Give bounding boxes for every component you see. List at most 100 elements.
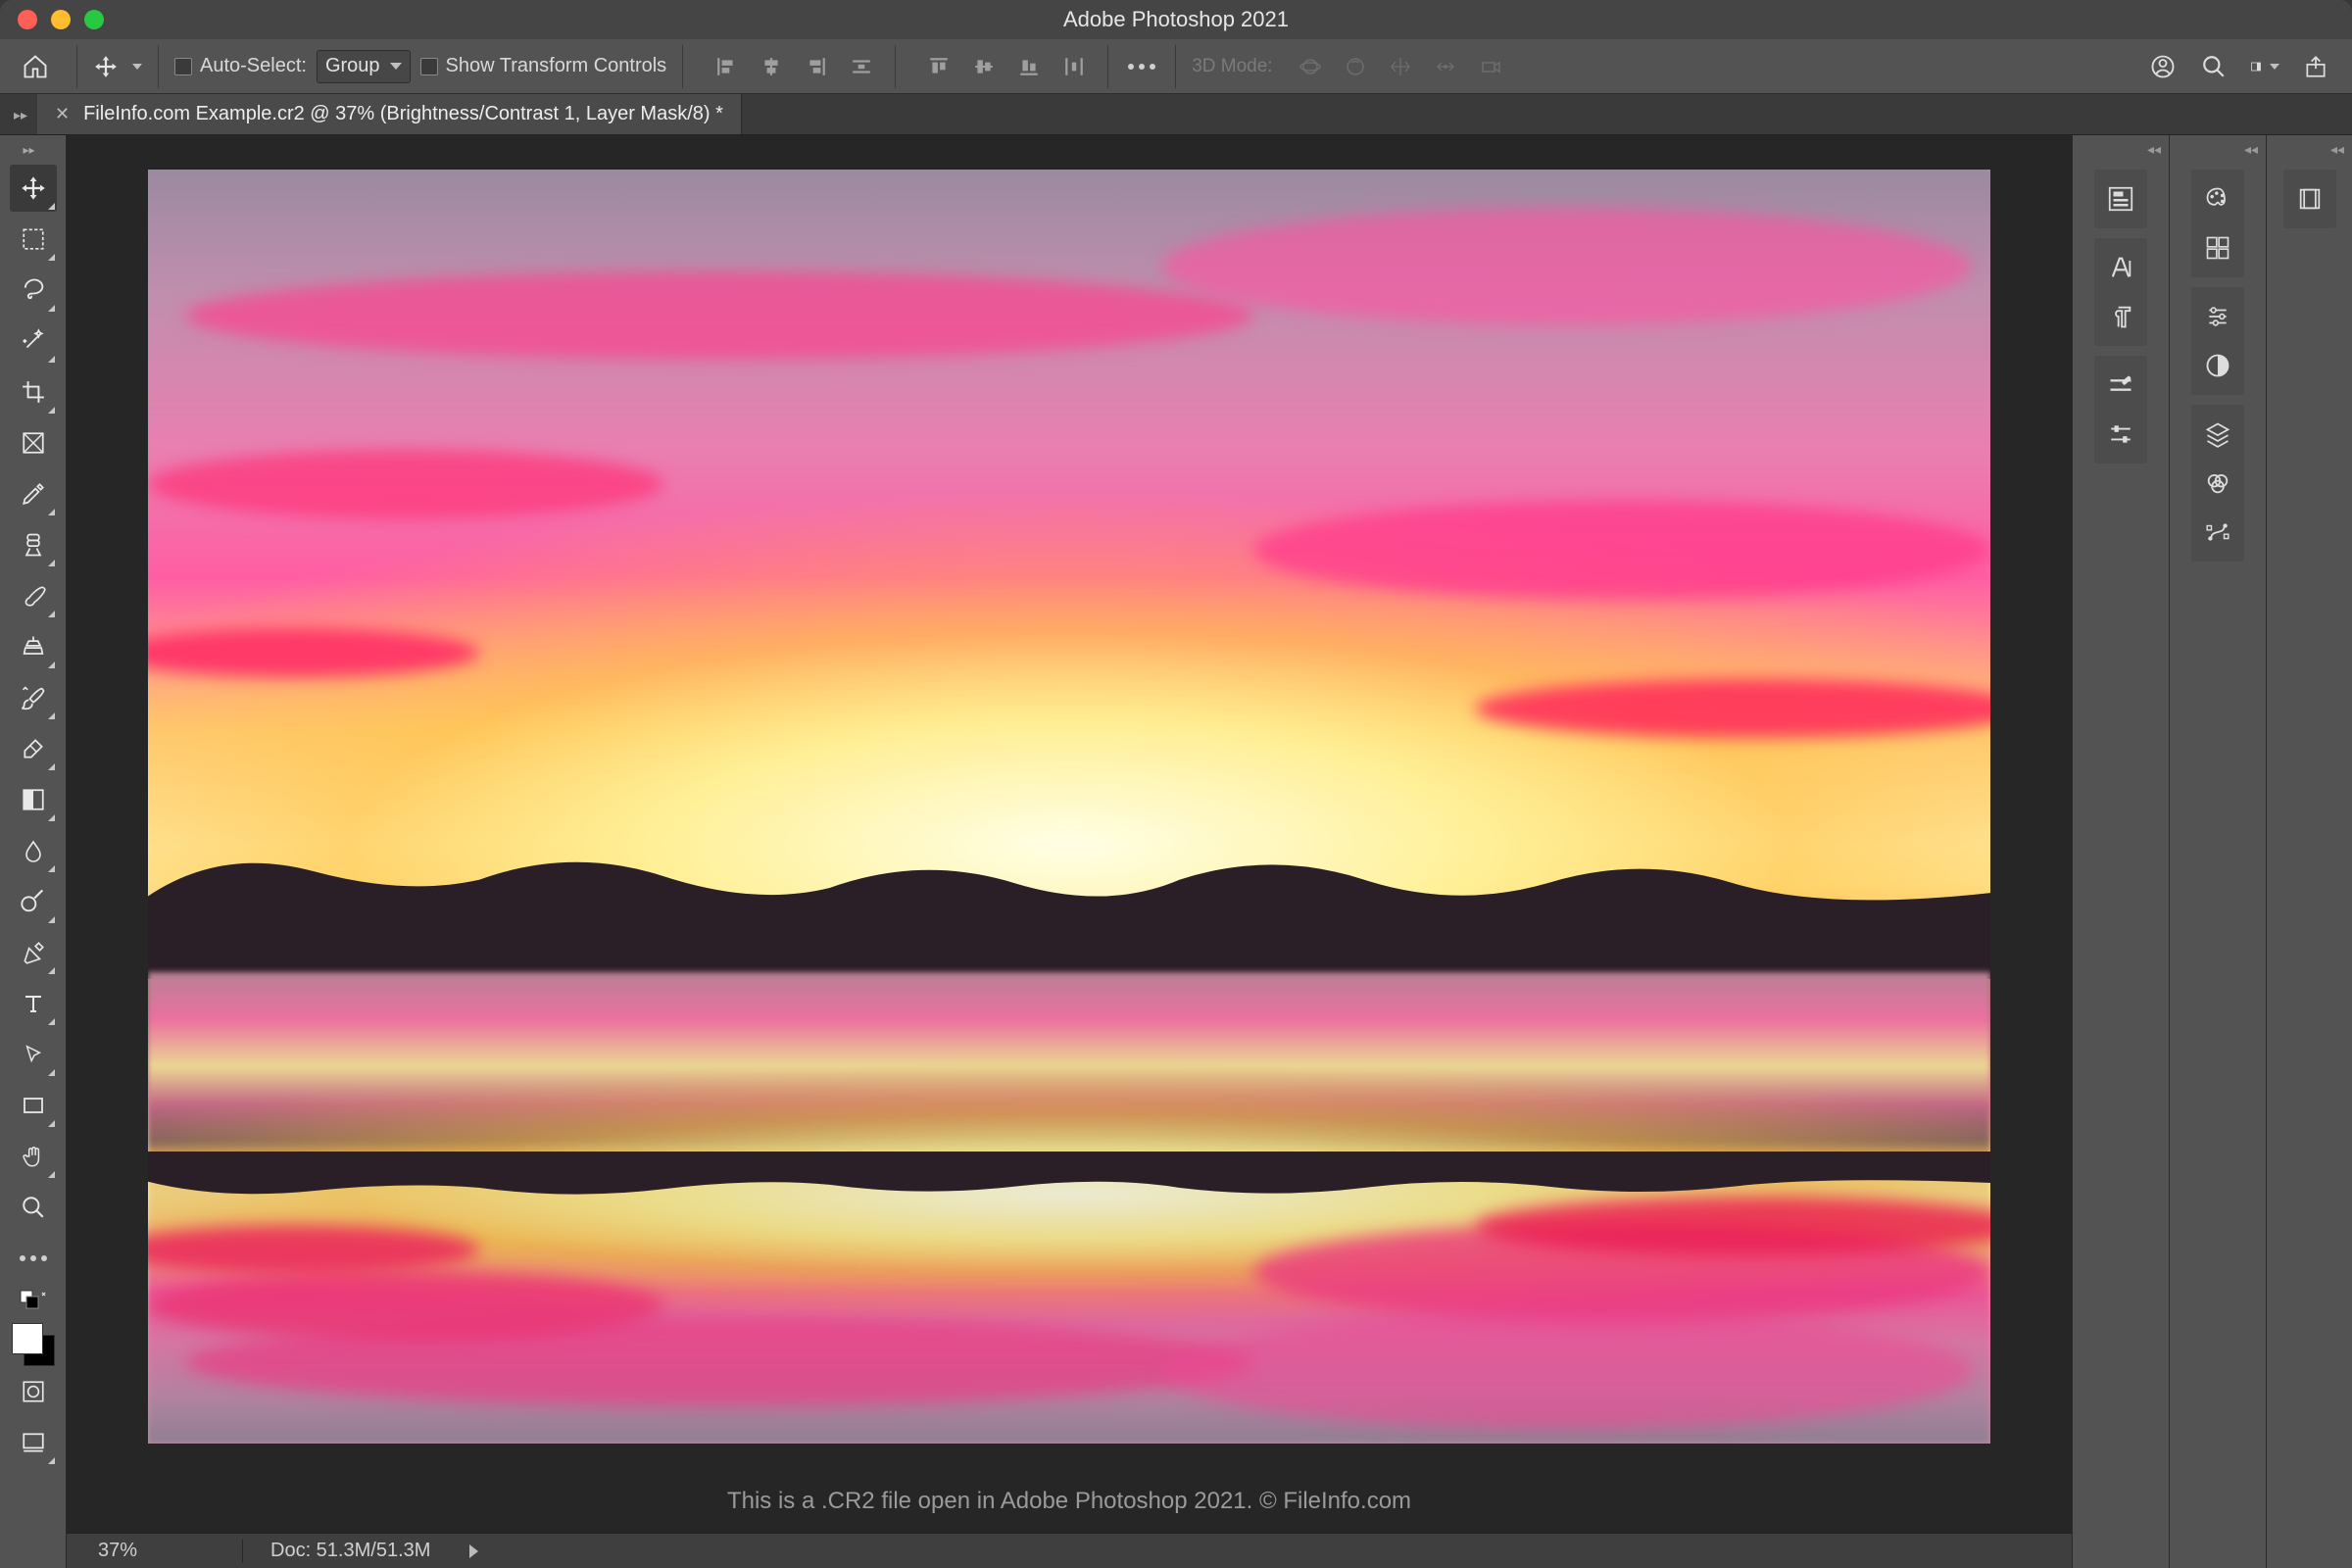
styles-panel-button[interactable] bbox=[2198, 346, 2237, 385]
cloud-icon bbox=[2149, 53, 2177, 80]
foreground-color[interactable] bbox=[12, 1323, 43, 1354]
type-tool[interactable] bbox=[10, 980, 57, 1027]
rectangle-tool[interactable] bbox=[10, 1082, 57, 1129]
more-align-button[interactable] bbox=[1124, 49, 1159, 84]
hand-tool[interactable] bbox=[10, 1133, 57, 1180]
orbit-3d-button bbox=[1293, 49, 1328, 84]
document-tab[interactable]: ✕ FileInfo.com Example.cr2 @ 37% (Bright… bbox=[37, 94, 742, 134]
channels-panel-button[interactable] bbox=[2198, 464, 2237, 503]
brush-settings-panel-button[interactable] bbox=[2101, 366, 2140, 405]
workspace-button[interactable] bbox=[2250, 52, 2279, 81]
share-button[interactable] bbox=[2301, 52, 2330, 81]
panel-column-3: ◂◂ bbox=[2266, 135, 2352, 1568]
color-panel-button[interactable] bbox=[2198, 179, 2237, 219]
toolbox-collapse-button[interactable]: ▸▸ bbox=[24, 143, 43, 157]
gradient-tool[interactable] bbox=[10, 776, 57, 823]
adjustments-icon bbox=[2203, 304, 2232, 329]
lasso-tool[interactable] bbox=[10, 267, 57, 314]
auto-select-checkbox[interactable]: Auto-Select: bbox=[174, 55, 307, 77]
history-brush-tool[interactable] bbox=[10, 674, 57, 721]
screen-mode-button[interactable] bbox=[10, 1419, 57, 1466]
panel-collapse-button[interactable]: ◂◂ bbox=[2147, 141, 2161, 163]
show-transform-input[interactable] bbox=[420, 58, 438, 75]
crop-tool[interactable] bbox=[10, 368, 57, 416]
collapse-panels-button[interactable]: ▸▸ bbox=[8, 102, 33, 127]
libraries-panel-button[interactable] bbox=[2290, 179, 2329, 219]
align-center-v-button[interactable] bbox=[966, 49, 1002, 84]
frame-tool[interactable] bbox=[10, 419, 57, 466]
pan-3d-button bbox=[1383, 49, 1418, 84]
distribute-h-button[interactable] bbox=[844, 49, 879, 84]
distribute-v-button[interactable] bbox=[1056, 49, 1092, 84]
spot-healing-tool[interactable] bbox=[10, 521, 57, 568]
status-flyout-button[interactable] bbox=[469, 1544, 478, 1558]
default-colors-button[interactable] bbox=[10, 1286, 57, 1315]
minimize-window-button[interactable] bbox=[51, 10, 71, 29]
swatches-panel-button[interactable] bbox=[2198, 228, 2237, 268]
character-panel-button[interactable] bbox=[2101, 248, 2140, 287]
share-icon bbox=[2303, 54, 2328, 79]
adjustments-panel-button[interactable] bbox=[2198, 297, 2237, 336]
quick-mask-button[interactable] bbox=[10, 1368, 57, 1415]
search-button[interactable] bbox=[2199, 52, 2229, 81]
current-tool-icon[interactable] bbox=[93, 54, 119, 79]
history-icon bbox=[2106, 184, 2135, 214]
path-selection-tool[interactable] bbox=[10, 1031, 57, 1078]
layers-panel-button[interactable] bbox=[2198, 415, 2237, 454]
align-bottom-button[interactable] bbox=[1011, 49, 1047, 84]
auto-select-type-dropdown[interactable]: Group bbox=[317, 50, 411, 83]
character-icon bbox=[2107, 254, 2134, 281]
close-window-button[interactable] bbox=[18, 10, 37, 29]
tool-preset-dropdown[interactable] bbox=[132, 64, 142, 70]
panel-column-1: ◂◂ bbox=[2072, 135, 2169, 1568]
history-panel-button[interactable] bbox=[2101, 179, 2140, 219]
paths-panel-button[interactable] bbox=[2198, 513, 2237, 552]
caption-text: This is a .CR2 file open in Adobe Photos… bbox=[67, 1470, 2072, 1533]
maximize-window-button[interactable] bbox=[84, 10, 104, 29]
top-right-tools bbox=[2148, 52, 2330, 81]
channels-icon bbox=[2203, 469, 2232, 497]
chevron-down-icon bbox=[390, 63, 402, 70]
pen-tool[interactable] bbox=[10, 929, 57, 976]
align-right-button[interactable] bbox=[799, 49, 834, 84]
main-area: ▸▸ bbox=[0, 135, 2352, 1568]
eyedropper-tool[interactable] bbox=[10, 470, 57, 517]
home-button[interactable] bbox=[10, 46, 61, 87]
window-controls bbox=[18, 10, 104, 29]
canvas-area[interactable] bbox=[67, 135, 2072, 1470]
cloud-docs-button[interactable] bbox=[2148, 52, 2178, 81]
right-panels: ◂◂ ◂◂ bbox=[2072, 135, 2352, 1568]
brush-tool[interactable] bbox=[10, 572, 57, 619]
brush-settings-icon bbox=[2106, 371, 2135, 399]
toolbox: ▸▸ bbox=[0, 135, 67, 1568]
modifiers-icon bbox=[2106, 421, 2135, 447]
doc-info[interactable]: Doc: 51.3M/51.3M bbox=[243, 1540, 430, 1562]
canvas-wrapper: This is a .CR2 file open in Adobe Photos… bbox=[67, 135, 2072, 1568]
close-tab-button[interactable]: ✕ bbox=[55, 104, 70, 124]
camera-3d-button bbox=[1473, 49, 1508, 84]
panel-collapse-button[interactable]: ◂◂ bbox=[2244, 141, 2258, 163]
styles-icon bbox=[2204, 352, 2231, 379]
zoom-tool[interactable] bbox=[10, 1184, 57, 1231]
paragraph-panel-button[interactable] bbox=[2101, 297, 2140, 336]
rectangular-marquee-tool[interactable] bbox=[10, 216, 57, 263]
align-left-button[interactable] bbox=[709, 49, 744, 84]
align-group-vertical bbox=[921, 49, 1092, 84]
auto-select-input[interactable] bbox=[174, 58, 192, 75]
move-tool[interactable] bbox=[10, 165, 57, 212]
edit-toolbar-button[interactable] bbox=[10, 1235, 57, 1282]
blur-tool[interactable] bbox=[10, 827, 57, 874]
show-transform-checkbox[interactable]: Show Transform Controls bbox=[420, 55, 667, 77]
color-swatch[interactable] bbox=[12, 1323, 55, 1366]
panel-collapse-button[interactable]: ◂◂ bbox=[2330, 141, 2344, 163]
zoom-level[interactable]: 37% bbox=[67, 1540, 243, 1562]
clone-stamp-tool[interactable] bbox=[10, 623, 57, 670]
align-center-h-button[interactable] bbox=[754, 49, 789, 84]
divider bbox=[1107, 45, 1108, 88]
eraser-tool[interactable] bbox=[10, 725, 57, 772]
layers-icon bbox=[2203, 420, 2232, 448]
magic-wand-tool[interactable] bbox=[10, 318, 57, 365]
dodge-tool[interactable] bbox=[10, 878, 57, 925]
modifiers-panel-button[interactable] bbox=[2101, 415, 2140, 454]
align-top-button[interactable] bbox=[921, 49, 956, 84]
